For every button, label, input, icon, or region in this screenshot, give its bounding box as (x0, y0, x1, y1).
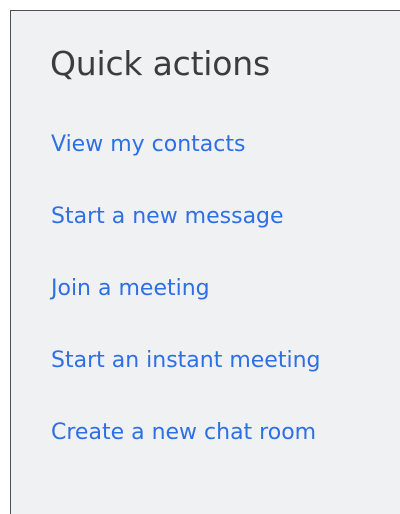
quick-actions-list: View my contacts Start a new message Joi… (51, 130, 321, 490)
list-item: View my contacts (51, 130, 321, 202)
quick-actions-panel: Quick actions View my contacts Start a n… (10, 10, 400, 514)
list-item: Create a new chat room (51, 418, 321, 490)
join-meeting-link[interactable]: Join a meeting (51, 274, 210, 304)
panel-title: Quick actions (50, 44, 270, 83)
list-item: Start an instant meeting (51, 346, 321, 418)
create-chat-room-link[interactable]: Create a new chat room (51, 418, 316, 448)
list-item: Start a new message (51, 202, 321, 274)
list-item: Join a meeting (51, 274, 321, 346)
start-instant-meeting-link[interactable]: Start an instant meeting (51, 346, 321, 376)
view-my-contacts-link[interactable]: View my contacts (51, 130, 245, 160)
start-new-message-link[interactable]: Start a new message (51, 202, 284, 232)
